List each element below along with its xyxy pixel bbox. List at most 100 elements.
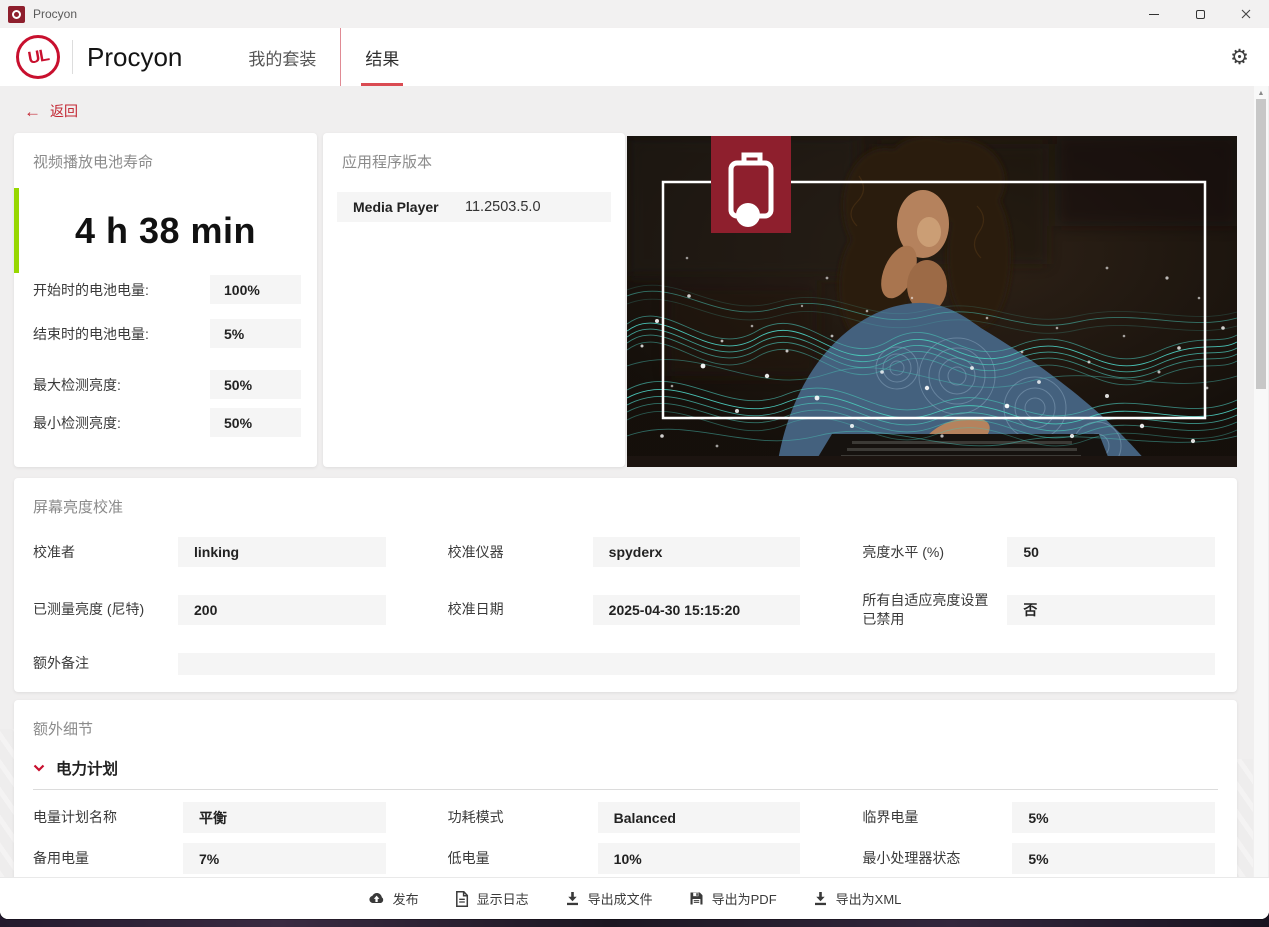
field-label: 临界电量 xyxy=(862,808,1012,827)
brand-divider xyxy=(72,40,73,74)
window-title: Procyon xyxy=(33,7,77,21)
field-value: 200 xyxy=(178,595,386,625)
calibration-card: 屏幕亮度校准 校准者 linking 校准仪器 spyderx 亮度水平 (%)… xyxy=(14,478,1237,692)
export-xml-label: 导出为XML xyxy=(836,889,902,908)
show-log-button[interactable]: 显示日志 xyxy=(455,889,529,908)
detail-field: 临界电量 5% xyxy=(862,802,1215,833)
battery-card-title: 视频播放电池寿命 xyxy=(14,133,317,172)
field-value: Balanced xyxy=(598,802,801,833)
app-version: 11.2503.5.0 xyxy=(465,199,541,215)
calibration-field: 校准日期 2025-04-30 15:15:20 xyxy=(448,591,801,629)
back-label: 返回 xyxy=(50,101,78,121)
calibration-field: 所有自适应亮度设置已禁用 否 xyxy=(862,591,1215,629)
download-icon xyxy=(813,891,828,906)
close-icon xyxy=(1241,9,1251,19)
score-area: 4 h 38 min xyxy=(14,188,317,273)
titlebar: Procyon xyxy=(0,0,1269,28)
results-content: ← 返回 视频播放电池寿命 4 h 38 min 开始时的电池电量: 100% … xyxy=(0,86,1269,919)
back-arrow-icon: ← xyxy=(24,103,41,120)
export-file-label: 导出成文件 xyxy=(588,889,653,908)
power-plan-group-title: 电力计划 xyxy=(56,757,118,779)
gear-icon[interactable]: ⚙ xyxy=(1230,47,1249,68)
footer-toolbar: 发布 显示日志 导出成文件 xyxy=(0,877,1269,919)
save-icon xyxy=(689,891,704,906)
show-log-label: 显示日志 xyxy=(477,889,529,908)
notes-label: 额外备注 xyxy=(33,654,178,673)
field-value: spyderx xyxy=(593,537,801,567)
field-value: 7% xyxy=(183,843,386,874)
publish-label: 发布 xyxy=(393,889,419,908)
power-plan-group-toggle[interactable]: 电力计划 xyxy=(33,757,1218,790)
detail-field: 功耗模式 Balanced xyxy=(448,802,801,833)
field-label: 备用电量 xyxy=(33,849,183,868)
minimize-button[interactable] xyxy=(1131,0,1177,28)
field-label: 已测量亮度 (尼特) xyxy=(33,600,178,619)
score-accent-bar xyxy=(14,188,19,273)
battery-life-card: 视频播放电池寿命 4 h 38 min 开始时的电池电量: 100% 结束时的电… xyxy=(14,133,317,467)
battery-detail-rows: 开始时的电池电量: 100% 结束时的电池电量: 5% 最大检测亮度: 50% … xyxy=(14,275,317,437)
export-xml-button[interactable]: 导出为XML xyxy=(813,889,902,908)
detail-field: 电量计划名称 平衡 xyxy=(33,802,386,833)
calibration-card-title: 屏幕亮度校准 xyxy=(14,478,1237,517)
minimize-icon xyxy=(1149,14,1159,15)
battery-life-score: 4 h 38 min xyxy=(14,188,317,273)
hero-image xyxy=(627,136,1237,467)
notes-row: 额外备注 xyxy=(14,629,1237,675)
detail-field: 最小处理器状态 5% xyxy=(862,843,1215,874)
field-label: 电量计划名称 xyxy=(33,808,183,827)
export-file-button[interactable]: 导出成文件 xyxy=(565,889,653,908)
export-pdf-label: 导出为PDF xyxy=(712,889,777,908)
download-icon xyxy=(565,891,580,906)
tab-results-label: 结果 xyxy=(365,45,399,70)
desktop-wallpaper: Procyon UL Procyon 我的套装 结果 ⚙ xyxy=(0,0,1269,927)
battery-row-label: 结束时的电池电量: xyxy=(33,324,210,344)
battery-row-value: 5% xyxy=(210,319,301,348)
field-label: 校准者 xyxy=(33,543,178,562)
publish-button[interactable]: 发布 xyxy=(368,889,419,908)
field-value: 2025-04-30 15:15:20 xyxy=(593,595,801,625)
version-card-title: 应用程序版本 xyxy=(323,133,625,172)
field-value: 平衡 xyxy=(183,802,386,833)
calibration-field: 亮度水平 (%) 50 xyxy=(862,537,1215,567)
battery-badge-icon xyxy=(711,136,791,233)
window-controls xyxy=(1131,0,1269,28)
field-value: 10% xyxy=(598,843,801,874)
field-value: 50 xyxy=(1007,537,1215,567)
scroll-up-arrow-icon[interactable]: ▲ xyxy=(1254,86,1268,97)
maximize-button[interactable] xyxy=(1177,0,1223,28)
app-icon xyxy=(8,6,25,23)
scrollbar[interactable]: ▲ xyxy=(1254,86,1268,877)
details-card-title: 额外细节 xyxy=(14,700,1237,739)
cloud-upload-icon xyxy=(368,892,385,906)
brand-title: Procyon xyxy=(87,42,182,73)
close-button[interactable] xyxy=(1223,0,1269,28)
tab-results[interactable]: 结果 xyxy=(341,28,423,86)
battery-row: 结束时的电池电量: 5% xyxy=(33,319,301,348)
document-icon xyxy=(455,891,469,907)
export-pdf-button[interactable]: 导出为PDF xyxy=(689,889,777,908)
back-button[interactable]: ← 返回 xyxy=(24,101,78,121)
notes-value xyxy=(178,653,1215,675)
detail-field: 备用电量 7% xyxy=(33,843,386,874)
maximize-icon xyxy=(1196,10,1205,19)
app-name: Media Player xyxy=(353,199,465,215)
app-window: Procyon UL Procyon 我的套装 结果 ⚙ xyxy=(0,0,1269,919)
battery-row: 开始时的电池电量: 100% xyxy=(33,275,301,304)
app-logo-ring xyxy=(12,10,21,19)
battery-row-value: 100% xyxy=(210,275,301,304)
field-label: 校准日期 xyxy=(448,600,593,619)
battery-row: 最小检测亮度: 50% xyxy=(33,408,301,437)
calibration-field: 已测量亮度 (尼特) 200 xyxy=(33,591,386,629)
field-label: 低电量 xyxy=(448,849,598,868)
detail-field: 低电量 10% xyxy=(448,843,801,874)
field-value: linking xyxy=(178,537,386,567)
app-version-card: 应用程序版本 Media Player 11.2503.5.0 xyxy=(323,133,625,467)
field-value: 否 xyxy=(1007,595,1215,625)
calibration-grid: 校准者 linking 校准仪器 spyderx 亮度水平 (%) 50 已测量… xyxy=(14,517,1237,629)
calibration-field: 校准仪器 spyderx xyxy=(448,537,801,567)
scrollbar-thumb[interactable] xyxy=(1256,99,1266,389)
battery-row-value: 50% xyxy=(210,370,301,399)
battery-row-label: 最小检测亮度: xyxy=(33,413,210,433)
battery-row-label: 最大检测亮度: xyxy=(33,375,210,395)
tab-my-suites[interactable]: 我的套装 xyxy=(224,28,340,86)
